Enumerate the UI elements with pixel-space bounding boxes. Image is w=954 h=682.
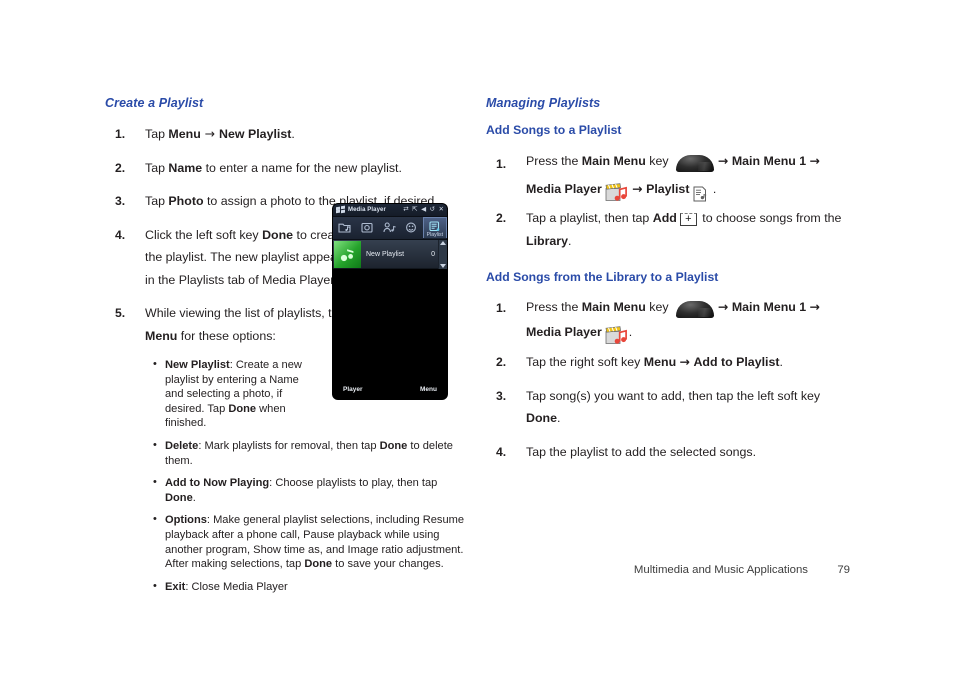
bullet-options: Options: Make general playlist selection… bbox=[153, 512, 465, 571]
bullet-exit: Exit: Close Media Player bbox=[153, 579, 465, 595]
bullet-term: New Playlist bbox=[165, 359, 230, 371]
phone-tab-bar: Playlist bbox=[333, 217, 447, 240]
step-text: Tap Name to enter a name for the new pla… bbox=[145, 160, 402, 175]
phone-screenshot-media-player: Media Player ⇄ ⇱ ◀ ↺ ✕ Playlist New Play… bbox=[333, 204, 447, 399]
step-number: 2. bbox=[496, 355, 507, 369]
connection-icon: ⇱ bbox=[412, 205, 418, 213]
playlist-doc-icon bbox=[693, 184, 707, 202]
step-2: 2. Tap a playlist, then tap Add + to choo… bbox=[486, 207, 846, 252]
bullet-term: Add to Now Playing bbox=[165, 477, 270, 490]
playlist-icon bbox=[429, 221, 440, 232]
playlist-item-name: New Playlist bbox=[366, 250, 405, 258]
step-3: 3. Tap song(s) you want to add, then tap… bbox=[486, 385, 846, 430]
step-text: While viewing the list of playlists, tap… bbox=[145, 306, 346, 343]
step-number: 1. bbox=[496, 157, 507, 171]
bullet-delete: Delete: Mark playlists for removal, then… bbox=[153, 438, 465, 468]
scroll-down-icon[interactable] bbox=[440, 264, 446, 268]
step-2: 2. Tap the right soft key Menu → Add to … bbox=[486, 351, 846, 374]
sub-heading-add-songs-to-a-playlist: Add Songs to a Playlist bbox=[486, 123, 622, 137]
bullet-new-playlist: New Playlist: Create a new playlist by e… bbox=[153, 357, 313, 431]
bullet-add-to-now-playing: Add to Now Playing: Choose playlists to … bbox=[153, 475, 465, 505]
main-menu-key-icon bbox=[676, 154, 714, 172]
step-number: 3. bbox=[496, 388, 507, 403]
bullet-term: Options bbox=[165, 514, 207, 527]
step-text: Tap song(s) you want to add, then tap th… bbox=[526, 388, 821, 426]
sub-heading-add-songs-from-library: Add Songs from the Library to a Playlist bbox=[486, 270, 719, 284]
page-number: 79 bbox=[837, 564, 850, 576]
step-text: Press the Main Menu key → Main Menu 1 → M… bbox=[526, 299, 820, 344]
step-number: 4. bbox=[115, 227, 126, 242]
bullet-term: Delete bbox=[165, 439, 199, 452]
media-player-icon bbox=[605, 325, 627, 345]
step-number: 5. bbox=[115, 306, 126, 320]
step-text: Tap a playlist, then tap Add + to choose … bbox=[526, 211, 842, 248]
step-text: Tap Menu → New Playlist. bbox=[145, 126, 295, 141]
windows-logo-icon bbox=[336, 205, 345, 214]
playlist-list-item[interactable]: New Playlist 0 bbox=[333, 240, 447, 269]
step-1: 1. Tap Menu → New Playlist. bbox=[105, 123, 465, 146]
folder-music-icon bbox=[338, 223, 351, 233]
rotate-icon: ↺ bbox=[429, 205, 436, 213]
bullet-term: Exit bbox=[165, 580, 186, 593]
add-button-icon: + bbox=[679, 213, 697, 227]
tab-playlist-label: Playlist bbox=[426, 232, 444, 238]
volume-icon: ◀ bbox=[421, 205, 427, 213]
phone-titlebar: Media Player ⇄ ⇱ ◀ ↺ ✕ bbox=[333, 204, 447, 217]
step-text: Tap the playlist to add the selected son… bbox=[526, 444, 757, 459]
music-note-icon bbox=[340, 248, 354, 261]
softkey-right-menu[interactable]: Menu bbox=[420, 386, 437, 393]
phone-titlebar-icons: ⇄ ⇱ ◀ ↺ ✕ bbox=[403, 205, 444, 214]
step-text: Click the left soft key Done to create t… bbox=[145, 227, 348, 287]
artist-music-icon bbox=[382, 221, 396, 232]
phone-window-title: Media Player bbox=[348, 207, 386, 213]
tab-genre[interactable] bbox=[400, 219, 422, 235]
manual-page: Create a Playlist 1. Tap Menu → New Play… bbox=[0, 0, 954, 682]
section-heading-create-a-playlist: Create a Playlist bbox=[105, 96, 204, 110]
step-2: 2. Tap Name to enter a name for the new … bbox=[105, 157, 465, 180]
scroll-up-icon[interactable] bbox=[440, 241, 446, 245]
tab-folder-music[interactable] bbox=[333, 219, 355, 235]
main-menu-key-icon bbox=[676, 300, 714, 318]
step-number: 1. bbox=[496, 301, 507, 315]
close-icon: ✕ bbox=[438, 205, 444, 213]
tab-artist-music[interactable] bbox=[378, 219, 400, 235]
step-number: 3. bbox=[115, 194, 126, 208]
step-number: 2. bbox=[115, 160, 126, 175]
step-text: Press the Main Menu key → Main Menu 1 → M… bbox=[526, 153, 820, 202]
media-player-icon bbox=[605, 182, 627, 202]
right-column: Managing Playlists Add Songs to a Playli… bbox=[486, 96, 846, 474]
footer-chapter-title: Multimedia and Music Applications bbox=[633, 564, 808, 576]
tab-photo[interactable] bbox=[355, 219, 377, 235]
step-number: 1. bbox=[115, 127, 126, 141]
step-1: 1. Press the Main Menu key → Main Menu 1… bbox=[486, 147, 846, 203]
tab-playlist[interactable]: Playlist bbox=[422, 217, 447, 238]
sync-icon: ⇄ bbox=[403, 205, 409, 213]
step-4: 4. Tap the playlist to add the selected … bbox=[486, 441, 846, 464]
step-number: 4. bbox=[496, 444, 507, 459]
playlist-album-art-icon bbox=[334, 240, 361, 268]
softkey-left-player[interactable]: Player bbox=[343, 386, 363, 393]
step-1: 1. Press the Main Menu key → Main Menu 1… bbox=[486, 294, 846, 345]
add-songs-to-playlist-steps: 1. Press the Main Menu key → Main Menu 1… bbox=[486, 147, 846, 252]
step-text: Tap the right soft key Menu → Add to Pla… bbox=[526, 354, 783, 369]
phone-scrollbar[interactable] bbox=[438, 240, 447, 269]
section-heading-managing-playlists: Managing Playlists bbox=[486, 96, 601, 110]
step-number: 2. bbox=[496, 211, 507, 225]
playlist-item-count: 0 bbox=[431, 250, 435, 258]
photo-icon bbox=[361, 222, 373, 233]
phone-softkey-bar: Player Menu bbox=[333, 386, 447, 393]
page-footer: Multimedia and Music Applications 79 bbox=[0, 564, 954, 576]
genre-icon bbox=[406, 222, 417, 232]
add-songs-from-library-steps: 1. Press the Main Menu key → Main Menu 1… bbox=[486, 294, 846, 463]
